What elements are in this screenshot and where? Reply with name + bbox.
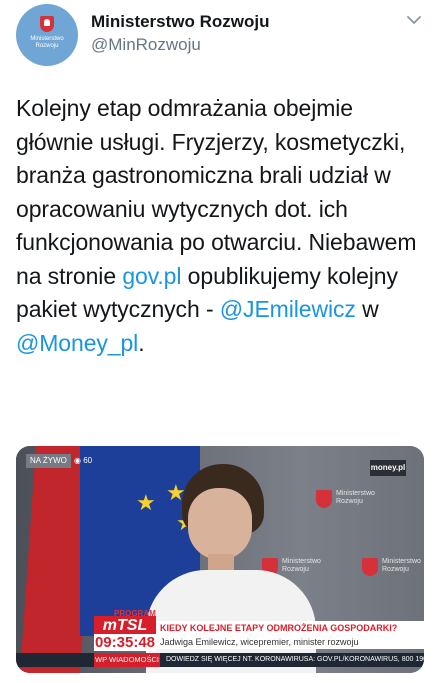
program-name: mTSL xyxy=(94,616,156,636)
live-badge: NA ŻYWO xyxy=(26,454,71,468)
view-count-value: 60 xyxy=(83,456,93,465)
ministry-logo: Ministerstwo Rozwoju xyxy=(316,486,375,516)
ticker-source: WP WIADOMOŚCI xyxy=(94,653,160,667)
lower-third-headline: KIEDY KOLEJNE ETAPY ODMROŻENIA GOSPODARK… xyxy=(156,621,424,635)
tweet-text-part: Kolejny etap odmrażania obejmie głównie … xyxy=(16,95,417,289)
ticker-text: DOWIEDZ SIĘ WIĘCEJ NT. KORONAWIRUSA: GOV… xyxy=(166,656,424,663)
avatar-text: Ministerstwo Rozwoju xyxy=(30,36,64,49)
account-name[interactable]: Ministerstwo Rozwoju xyxy=(91,12,270,32)
broadcast-clock: 09:35:48 xyxy=(94,634,156,651)
tweet-text: Kolejny etap odmrażania obejmie głównie … xyxy=(16,92,428,360)
video-player[interactable]: ★ ★ ★ Ministerstwo Rozwoju Ministerstwo … xyxy=(16,446,424,673)
chevron-down-icon[interactable] xyxy=(404,10,424,30)
channel-logo: money.pl xyxy=(370,460,406,476)
mention-jemilewicz[interactable]: @JEmilewicz xyxy=(220,296,356,322)
avatar[interactable]: Ministerstwo Rozwoju xyxy=(16,4,78,66)
coat-of-arms-icon xyxy=(40,16,54,32)
mention-money-pl[interactable]: @Money_pl xyxy=(16,330,138,356)
tweet-text-part: . xyxy=(138,329,145,356)
tweet-text-part: w xyxy=(355,296,379,322)
ministry-logo: Ministerstwo Rozwoju xyxy=(362,554,421,584)
eye-icon: ◉ xyxy=(74,456,81,465)
view-count: ◉ 60 xyxy=(74,454,92,468)
account-handle[interactable]: @MinRozwoju xyxy=(91,35,201,55)
lower-third-speaker: Jadwiga Emilewicz, wicepremier, minister… xyxy=(156,635,424,649)
link-gov-pl[interactable]: gov.pl xyxy=(122,263,181,289)
tweet-header: Ministerstwo Rozwoju Ministerstwo Rozwoj… xyxy=(0,0,442,80)
